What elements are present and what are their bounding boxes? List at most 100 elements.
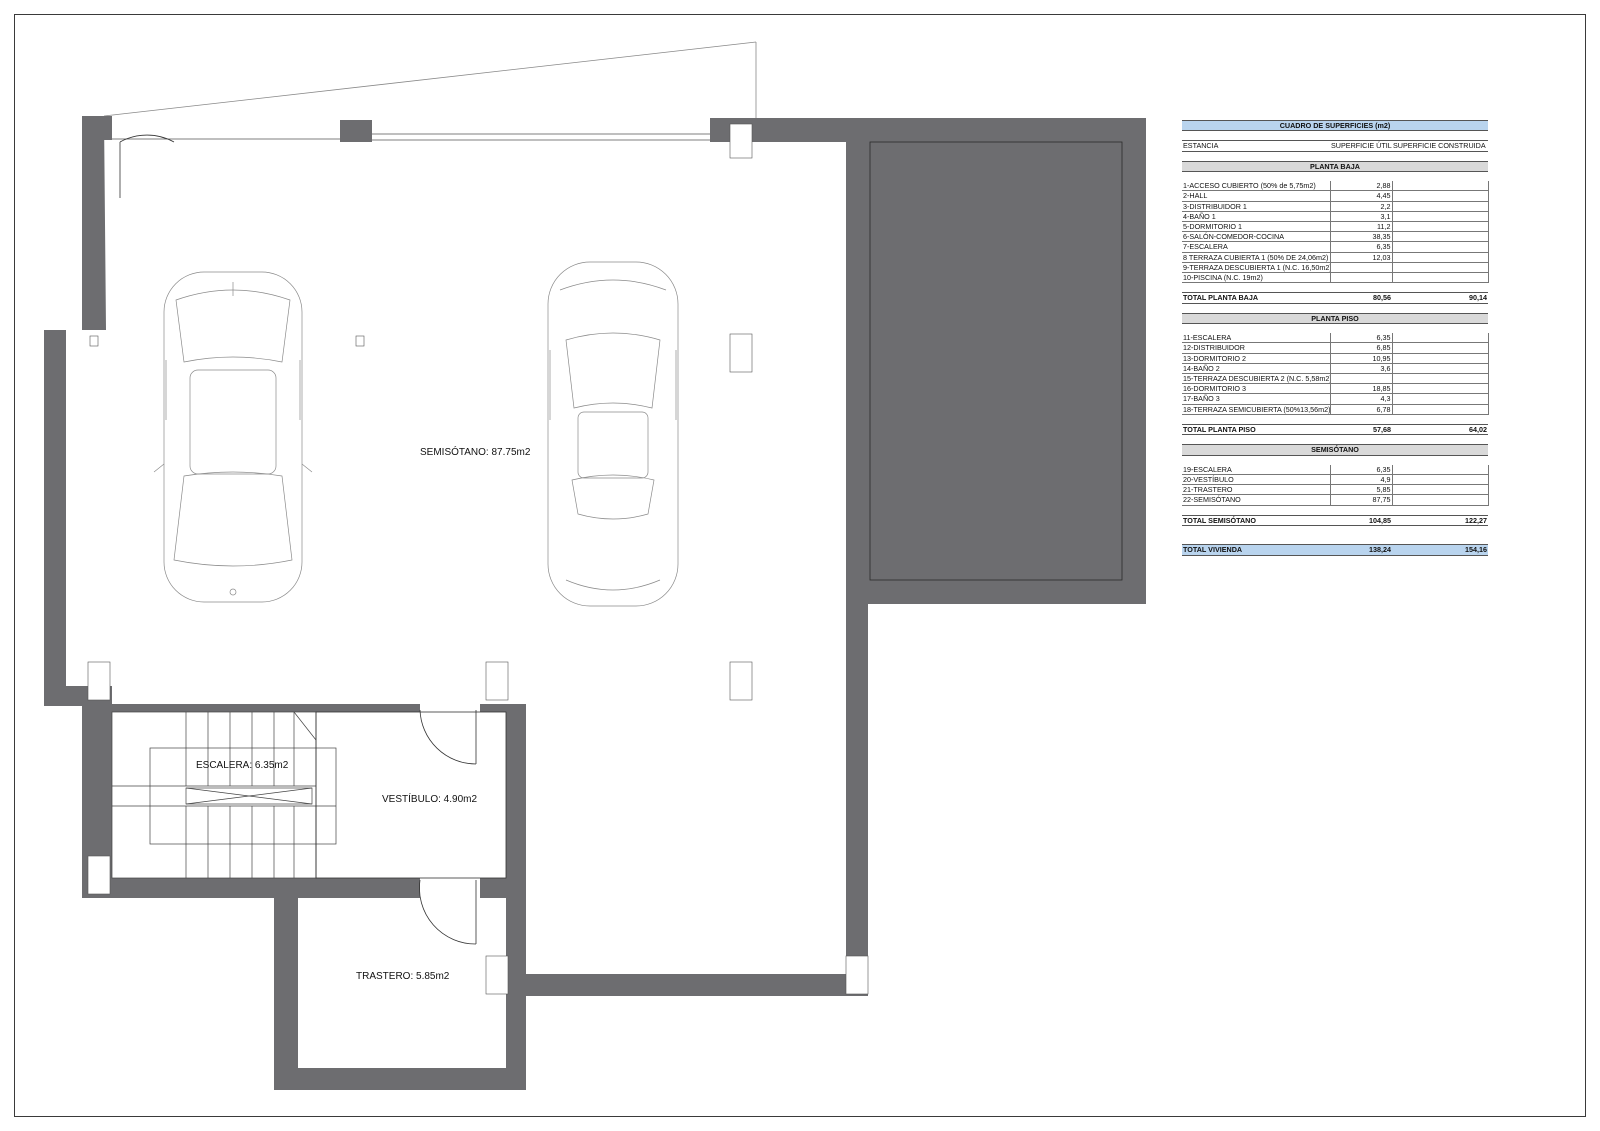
row-label: 11-ESCALERA [1182, 333, 1330, 344]
grand-total-construida: 154,16 [1392, 544, 1489, 556]
table-row: 9-TERRAZA DESCUBIERTA 1 (N.C. 16,50m2) [1182, 262, 1489, 274]
row-label: 8 TERRAZA CUBIERTA 1 (50% DE 24,06m2) [1182, 252, 1330, 263]
row-label: 14-BAÑO 2 [1182, 363, 1330, 374]
surfaces-table: CUADRO DE SUPERFICIES (m2) ESTANCIA SUPE… [1182, 119, 1489, 556]
row-util [1329, 262, 1393, 274]
table-row: 4-BAÑO 1 3,1 [1182, 211, 1489, 222]
row-util: 10,95 [1329, 353, 1393, 364]
wall-south-garage [506, 974, 868, 996]
doors [119, 134, 477, 945]
row-construida [1392, 190, 1489, 202]
row-util: 18,85 [1329, 383, 1393, 395]
wall-north-pillar [340, 120, 372, 142]
total-row: TOTAL SEMISÓTANO 104,85 122,27 [1182, 514, 1489, 526]
row-label: 4-BAÑO 1 [1182, 211, 1330, 222]
row-label: 16-DORMITORIO 3 [1182, 383, 1330, 395]
staircase [111, 711, 337, 879]
row-util: 11,2 [1329, 221, 1393, 233]
row-construida [1392, 373, 1489, 385]
wall-store [274, 878, 506, 1090]
row-construida [1392, 474, 1489, 486]
table-row: 1-ACCESO CUBIERTO (50% de 5,75m2) 2,88 [1182, 181, 1489, 192]
table-title-row: CUADRO DE SUPERFICIES (m2) [1182, 119, 1489, 132]
car-right [547, 261, 679, 607]
row-label: 13-DORMITORIO 2 [1182, 353, 1330, 364]
row-util: 6,35 [1329, 241, 1393, 253]
section-row: SEMISÓTANO [1182, 444, 1489, 456]
table-row: 22-SEMISÓTANO 87,75 [1182, 494, 1489, 506]
total-construida: 90,14 [1392, 292, 1489, 304]
row-label: 12-DISTRIBUIDOR [1182, 342, 1330, 354]
row-label: 6-SALÓN-COMEDOR-COCINA [1182, 231, 1330, 243]
section-row: PLANTA PISO [1182, 312, 1489, 324]
north-glazing [112, 133, 710, 141]
drawing-sheet: SEMISÓTANO: 87.75m2 ESCALERA: 6.35m2 VES… [0, 0, 1600, 1131]
table-row: 8 TERRAZA CUBIERTA 1 (50% DE 24,06m2) 12,… [1182, 252, 1489, 263]
row-construida [1392, 181, 1489, 192]
total-util: 104,85 [1330, 514, 1392, 526]
row-construida [1392, 211, 1489, 222]
row-construida [1392, 231, 1489, 243]
label-semisotano: SEMISÓTANO: 87.75m2 [420, 445, 531, 458]
row-label: 17-BAÑO 3 [1182, 393, 1330, 405]
table-row: 13-DORMITORIO 2 10,95 [1182, 353, 1489, 364]
row-util: 3,1 [1329, 211, 1393, 222]
label-vestibulo: VESTÍBULO: 4.90m2 [382, 792, 477, 805]
site-boundary [103, 41, 757, 120]
wall-stair-south [82, 878, 420, 898]
wall-vest-north [480, 704, 526, 712]
row-construida [1392, 383, 1489, 395]
row-construida [1392, 333, 1489, 344]
table-row: 17-BAÑO 3 4,3 [1182, 393, 1489, 405]
row-util: 6,35 [1329, 333, 1393, 344]
wall-vest-south [480, 878, 526, 898]
row-label: 5-DORMITORIO 1 [1182, 221, 1330, 233]
total-construida: 64,02 [1392, 423, 1489, 436]
table-row: 21-TRASTERO 5,85 [1182, 484, 1489, 496]
row-construida [1392, 363, 1489, 374]
table-header-row: ESTANCIA SUPERFICIE ÚTIL SUPERFICIE CONS… [1182, 140, 1489, 152]
table-row: 18-TERRAZA SEMICUBIERTA (50%13,56m2) 6,78 [1182, 404, 1489, 415]
row-util: 4,45 [1329, 190, 1393, 202]
row-label: 7-ESCALERA [1182, 241, 1330, 253]
row-construida [1392, 464, 1489, 475]
table-row: 10-PISCINA (N.C. 19m2) [1182, 272, 1489, 284]
row-label: 21-TRASTERO [1182, 484, 1330, 496]
section-title: PLANTA BAJA [1182, 160, 1489, 172]
row-util: 4,3 [1329, 393, 1393, 405]
total-label: TOTAL SEMISÓTANO [1182, 514, 1330, 526]
row-util: 4,9 [1329, 474, 1393, 486]
table-row: 19-ESCALERA 6,35 [1182, 464, 1489, 475]
wall-north-right [710, 118, 1146, 996]
row-construida [1392, 393, 1489, 405]
row-util: 6,78 [1329, 404, 1393, 415]
row-label: 2-HALL [1182, 190, 1330, 202]
total-util: 80,56 [1330, 292, 1392, 304]
row-util [1329, 272, 1393, 284]
row-label: 19-ESCALERA [1182, 464, 1330, 475]
row-util [1329, 373, 1393, 385]
row-util: 38,35 [1329, 231, 1393, 243]
total-row: TOTAL PLANTA BAJA 80,56 90,14 [1182, 292, 1489, 304]
table-row: 2-HALL 4,45 [1182, 190, 1489, 202]
table-row: 3-DISTRIBUIDOR 1 2,2 [1182, 201, 1489, 212]
row-construida [1392, 221, 1489, 233]
row-construida [1392, 342, 1489, 354]
row-util: 2,2 [1329, 201, 1393, 212]
total-label: TOTAL PLANTA PISO [1182, 423, 1330, 436]
row-label: 10-PISCINA (N.C. 19m2) [1182, 272, 1330, 284]
grand-total-row: TOTAL VIVIENDA 138,24 154,16 [1182, 544, 1489, 556]
table-row: 14-BAÑO 2 3,6 [1182, 363, 1489, 374]
total-util: 57,68 [1330, 423, 1392, 436]
row-util: 5,85 [1329, 484, 1393, 496]
total-construida: 122,27 [1392, 514, 1489, 526]
row-construida [1392, 404, 1489, 415]
columns [87, 123, 869, 995]
section-title: SEMISÓTANO [1182, 444, 1489, 456]
row-label: 20-VESTÍBULO [1182, 474, 1330, 486]
table-row: 6-SALÓN-COMEDOR-COCINA 38,35 [1182, 231, 1489, 243]
wall-west [44, 116, 112, 706]
row-construida [1392, 201, 1489, 212]
row-label: 9-TERRAZA DESCUBIERTA 1 (N.C. 16,50m2) [1182, 262, 1330, 274]
col-construida: SUPERFICIE CONSTRUIDA [1392, 140, 1489, 152]
